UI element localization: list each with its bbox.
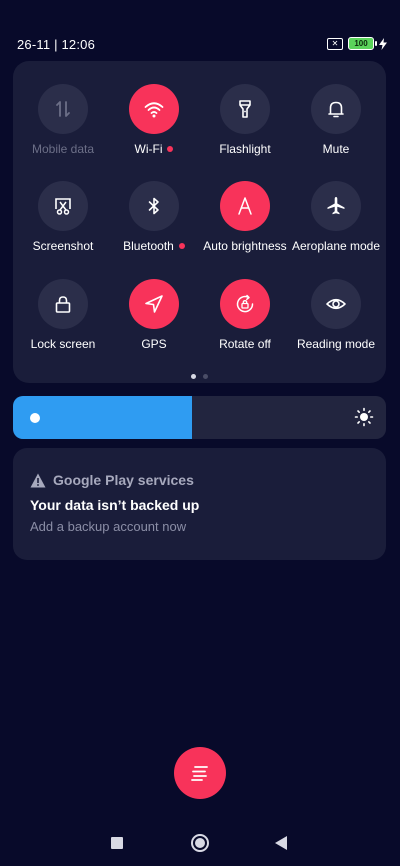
auto-brightness-icon — [220, 181, 270, 231]
brightness-knob[interactable] — [30, 413, 40, 423]
lock-icon — [38, 279, 88, 329]
tile-bluetooth[interactable]: Bluetooth — [108, 181, 200, 253]
tile-label-wifi: Wi-Fi — [134, 142, 163, 156]
battery-icon: 100 — [348, 37, 377, 50]
page-dot-2[interactable] — [203, 374, 208, 379]
notification-body: Add a backup account now — [30, 519, 187, 534]
bell-icon — [311, 84, 361, 134]
tile-label-flashlight: Flashlight — [219, 142, 271, 156]
notification-title: Your data isn’t backed up — [30, 497, 200, 513]
tile-aeroplane-mode[interactable]: Aeroplane mode — [290, 181, 382, 253]
tile-auto-brightness[interactable]: Auto brightness — [199, 181, 291, 253]
notification-shade: 26-11 | 12:06 ✕ 100 Mobile data Wi-Fi Fl… — [0, 0, 400, 866]
bluetooth-indicator-dot — [178, 243, 185, 249]
no-sim-icon: ✕ — [327, 37, 343, 50]
status-icons: ✕ 100 — [327, 37, 387, 50]
wifi-icon — [129, 84, 179, 134]
recents-square-icon[interactable] — [111, 837, 123, 849]
tile-lock-screen[interactable]: Lock screen — [17, 279, 109, 351]
bluetooth-icon — [129, 181, 179, 231]
tile-label-lock-screen: Lock screen — [30, 337, 96, 351]
tile-flashlight[interactable]: Flashlight — [199, 84, 291, 156]
status-datetime: 26-11 | 12:06 — [17, 37, 96, 52]
home-circle-icon[interactable] — [191, 834, 209, 852]
notification-app-name: Google Play services — [53, 472, 194, 488]
tile-label-aeroplane-mode: Aeroplane mode — [291, 239, 381, 253]
battery-level: 100 — [354, 39, 368, 48]
clear-all-icon — [191, 766, 208, 781]
wifi-indicator-dot — [167, 146, 174, 152]
clear-all-button[interactable] — [174, 747, 226, 799]
tile-gps[interactable]: GPS — [108, 279, 200, 351]
notification-card[interactable]: Google Play services Your data isn’t bac… — [13, 448, 386, 560]
tile-mute[interactable]: Mute — [290, 84, 382, 156]
flashlight-icon — [220, 84, 270, 134]
tile-reading-mode[interactable]: Reading mode — [290, 279, 382, 351]
tile-mobile-data[interactable]: Mobile data — [17, 84, 109, 156]
airplane-icon — [311, 181, 361, 231]
tile-rotate-off[interactable]: Rotate off — [199, 279, 291, 351]
tile-wifi[interactable]: Wi-Fi — [108, 84, 200, 156]
sun-icon — [354, 407, 374, 427]
warning-icon — [30, 473, 46, 487]
lightning-icon — [379, 37, 387, 50]
brightness-slider[interactable] — [13, 396, 386, 439]
location-arrow-icon — [129, 279, 179, 329]
quick-settings-panel: Mobile data Wi-Fi Flashlight Mute Screen… — [13, 61, 386, 383]
status-bar: 26-11 | 12:06 ✕ 100 — [0, 0, 400, 58]
mobile-data-icon — [38, 84, 88, 134]
rotation-lock-icon — [220, 279, 270, 329]
notification-app-header: Google Play services — [30, 472, 194, 488]
screenshot-icon — [38, 181, 88, 231]
tile-label-auto-brightness: Auto brightness — [203, 239, 287, 253]
page-dot-1[interactable] — [191, 374, 196, 379]
tile-label-rotate-off: Rotate off — [219, 337, 271, 351]
tile-label-mobile-data: Mobile data — [31, 142, 95, 156]
tile-label-mute: Mute — [322, 142, 350, 156]
page-indicator — [13, 374, 386, 379]
back-triangle-icon[interactable] — [275, 836, 287, 850]
tile-screenshot[interactable]: Screenshot — [17, 181, 109, 253]
tile-label-screenshot: Screenshot — [32, 239, 94, 253]
tile-label-bluetooth: Bluetooth — [123, 239, 174, 253]
eye-icon — [311, 279, 361, 329]
navigation-bar — [0, 822, 400, 862]
tile-label-reading-mode: Reading mode — [296, 337, 376, 351]
tile-label-gps: GPS — [141, 337, 167, 351]
